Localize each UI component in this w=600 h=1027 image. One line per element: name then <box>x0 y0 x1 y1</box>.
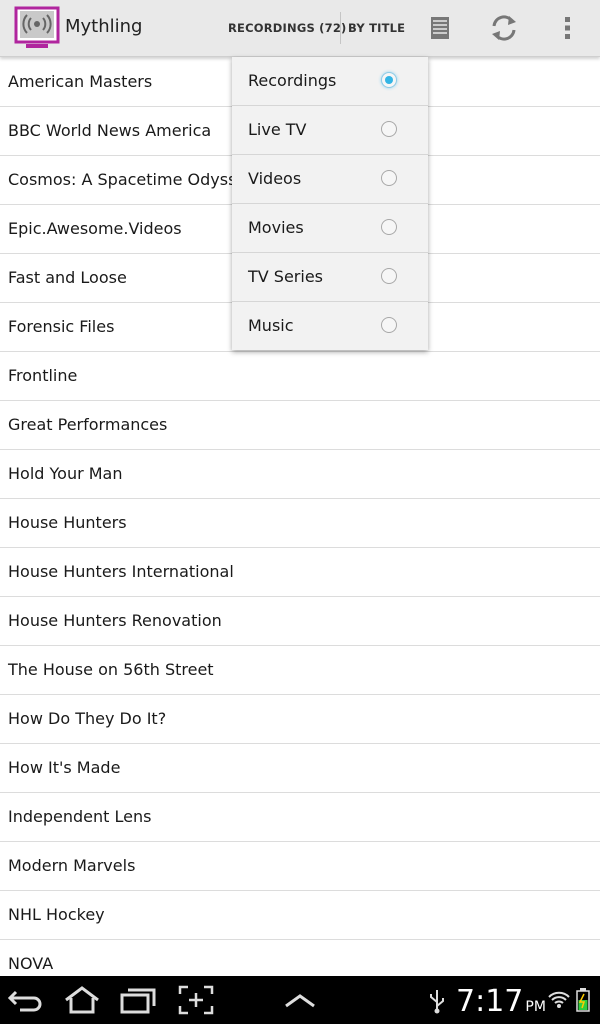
dropdown-option-movies[interactable]: Movies <box>232 204 428 253</box>
screenshot-icon[interactable] <box>176 984 216 1016</box>
list-item[interactable]: House Hunters Renovation <box>0 597 600 646</box>
tab-divider <box>340 12 341 44</box>
list-view-icon[interactable] <box>424 12 456 44</box>
dropdown-option-label: Live TV <box>248 120 307 139</box>
status-clock: 7:17 PM <box>456 982 546 1022</box>
action-bar: Mythling RECORDINGS (72) BY TITLE <box>0 0 600 57</box>
dropdown-option-label: Movies <box>248 218 304 237</box>
radio-button[interactable] <box>381 219 397 235</box>
dropdown-option-videos[interactable]: Videos <box>232 155 428 204</box>
refresh-icon[interactable] <box>488 12 520 44</box>
dropdown-option-label: Music <box>248 316 294 335</box>
dropdown-option-label: TV Series <box>248 267 324 286</box>
list-item[interactable]: Frontline <box>0 352 600 401</box>
list-item[interactable]: NHL Hockey <box>0 891 600 940</box>
list-item[interactable]: Modern Marvels <box>0 842 600 891</box>
wifi-icon <box>548 991 570 1008</box>
back-icon[interactable] <box>6 984 46 1016</box>
overflow-menu-icon[interactable] <box>552 12 584 44</box>
radio-button[interactable] <box>381 170 397 186</box>
list-item[interactable]: House Hunters <box>0 499 600 548</box>
clock-time: 7:17 <box>456 984 524 1019</box>
dropdown-option-music[interactable]: Music <box>232 302 428 350</box>
list-item[interactable]: Independent Lens <box>0 793 600 842</box>
battery-icon <box>576 988 590 1012</box>
media-type-dropdown: Recordings Live TV Videos Movies TV Seri… <box>232 57 428 350</box>
recordings-tab[interactable]: RECORDINGS (72) <box>228 0 346 56</box>
recent-apps-icon[interactable] <box>118 984 158 1016</box>
home-icon[interactable] <box>62 984 102 1016</box>
app-title: Mythling <box>65 16 143 37</box>
dropdown-option-label: Recordings <box>248 71 337 90</box>
radio-button-checked[interactable] <box>381 72 397 88</box>
dropdown-option-live-tv[interactable]: Live TV <box>232 106 428 155</box>
sort-by-title-tab[interactable]: BY TITLE <box>348 0 405 56</box>
radio-button[interactable] <box>381 268 397 284</box>
list-item[interactable]: Hold Your Man <box>0 450 600 499</box>
usb-icon <box>430 990 444 1014</box>
tv-broadcast-icon[interactable] <box>14 6 60 50</box>
dropdown-option-label: Videos <box>248 169 302 188</box>
list-item[interactable]: The House on 56th Street <box>0 646 600 695</box>
expand-up-icon[interactable] <box>280 984 320 1016</box>
list-item[interactable]: Great Performances <box>0 401 600 450</box>
system-nav-bar: 7:17 PM <box>0 976 600 1024</box>
radio-button[interactable] <box>381 317 397 333</box>
dropdown-option-tv-series[interactable]: TV Series <box>232 253 428 302</box>
clock-ampm: PM <box>525 999 546 1015</box>
list-item[interactable]: House Hunters International <box>0 548 600 597</box>
dropdown-option-recordings[interactable]: Recordings <box>232 57 428 106</box>
list-item[interactable]: How Do They Do It? <box>0 695 600 744</box>
list-item[interactable]: How It's Made <box>0 744 600 793</box>
radio-button[interactable] <box>381 121 397 137</box>
